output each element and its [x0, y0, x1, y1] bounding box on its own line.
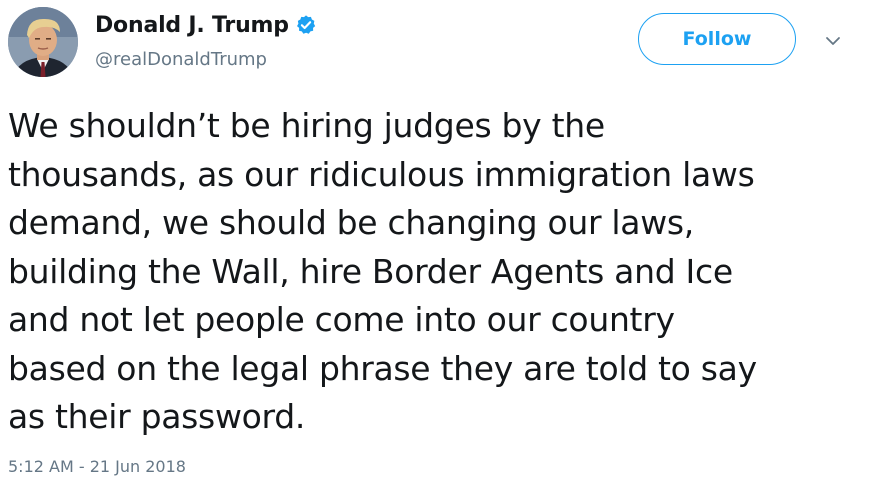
chevron-down-icon[interactable] [822, 30, 844, 52]
name-row: Donald J. Trump [95, 10, 317, 40]
avatar[interactable] [8, 7, 78, 77]
tweet-header: Donald J. Trump @realDonaldTrump Follow [0, 0, 875, 90]
tweet-card: Donald J. Trump @realDonaldTrump Follow … [0, 0, 875, 489]
follow-button[interactable]: Follow [638, 13, 796, 65]
profile-photo-icon [8, 7, 78, 77]
user-handle[interactable]: @realDonaldTrump [95, 49, 267, 70]
tweet-timestamp[interactable]: 5:12 AM - 21 Jun 2018 [8, 457, 186, 476]
verified-badge-icon [295, 14, 317, 36]
display-name[interactable]: Donald J. Trump [95, 13, 289, 38]
tweet-text: We shouldn’t be hiring judges by the tho… [8, 106, 757, 436]
